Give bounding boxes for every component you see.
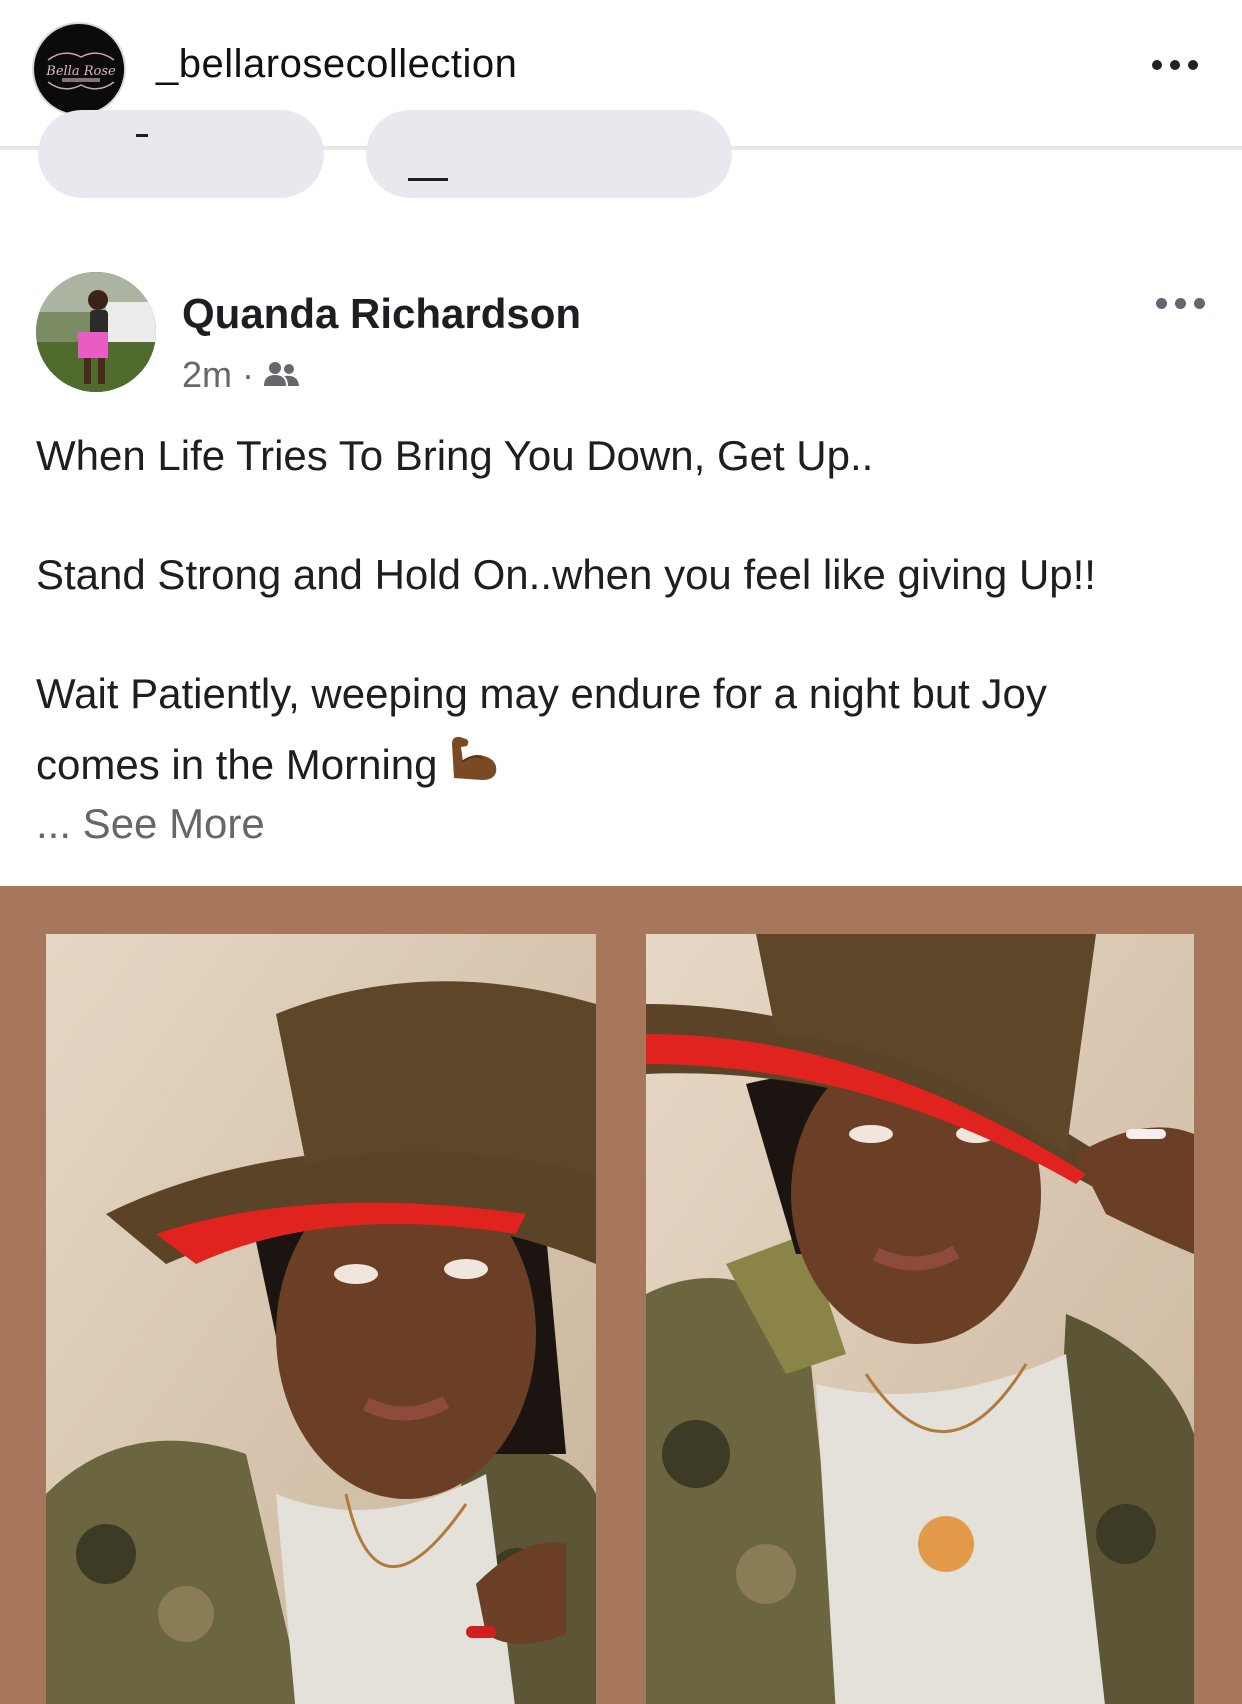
- post-body: When Life Tries To Bring You Down, Get U…: [36, 420, 1216, 803]
- post-line: Wait Patiently, weeping may endure for a…: [36, 670, 1047, 717]
- portrait-photo: [646, 934, 1194, 1704]
- pill-icon-fragment: [408, 178, 448, 181]
- post-options-icon[interactable]: [1156, 296, 1210, 312]
- action-pill-button[interactable]: [366, 110, 732, 198]
- portrait-photo: [46, 934, 596, 1704]
- post-time[interactable]: 2m: [182, 354, 232, 396]
- post-line: comes in the Morning: [36, 741, 438, 788]
- action-pill-button[interactable]: [38, 110, 324, 198]
- friends-icon[interactable]: [264, 360, 300, 390]
- more-options-icon[interactable]: [1152, 58, 1202, 74]
- flexed-biceps-icon: [448, 732, 500, 803]
- bella-rose-logo: Bella Rose: [36, 26, 124, 114]
- photo-left[interactable]: [46, 934, 596, 1704]
- author-name[interactable]: Quanda Richardson: [182, 290, 581, 338]
- post-line-with-emoji: comes in the Morning: [36, 729, 1216, 803]
- previous-post-actions: [0, 110, 1242, 220]
- see-more-link[interactable]: ... See More: [36, 800, 265, 848]
- author-avatar[interactable]: [36, 272, 156, 392]
- profile-avatar[interactable]: Bella Rose: [32, 22, 126, 116]
- photo-right[interactable]: [646, 934, 1194, 1704]
- username[interactable]: _bellarosecollection: [156, 42, 517, 87]
- meta-separator: ·: [242, 354, 255, 395]
- svg-text:Bella Rose: Bella Rose: [45, 64, 116, 79]
- post-line: When Life Tries To Bring You Down, Get U…: [36, 432, 874, 479]
- post-meta: 2m ·: [182, 354, 300, 396]
- photo-collage[interactable]: [0, 886, 1242, 1704]
- post-line: Stand Strong and Hold On..when you feel …: [36, 551, 1096, 598]
